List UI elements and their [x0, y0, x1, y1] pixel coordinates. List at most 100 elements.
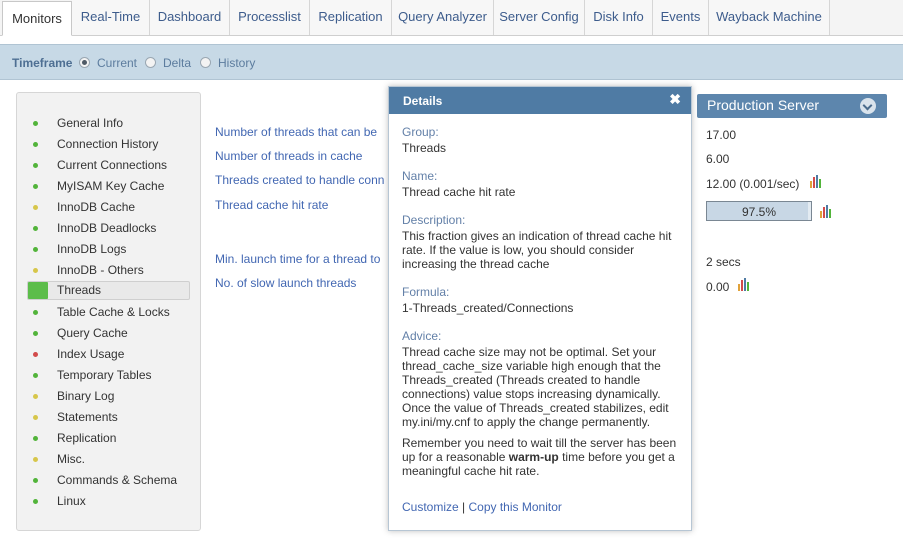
menu-item-commands-schema[interactable]: Commands & Schema [27, 471, 190, 490]
metric-label-threads-created[interactable]: Threads created to handle conn [215, 173, 387, 187]
bar-chart-icon[interactable] [810, 175, 824, 188]
tab-query-analyzer[interactable]: Query Analyzer [392, 0, 494, 35]
metric-value-min-launch-time: 2 secs [706, 255, 741, 269]
menu-item-label: Connection History [57, 137, 159, 151]
menu-item-label: InnoDB Logs [57, 242, 127, 256]
tab-events[interactable]: Events [653, 0, 709, 35]
radio-history[interactable] [200, 57, 211, 68]
menu-item-label: MyISAM Key Cache [57, 179, 165, 193]
production-server-header[interactable]: Production Server [697, 94, 887, 118]
menu-item-label: Replication [57, 431, 117, 445]
thread-cache-hit-rate-gauge: 97.5% [706, 201, 812, 221]
menu-item-index-usage[interactable]: Index Usage [27, 345, 190, 364]
tab-replication[interactable]: Replication [310, 0, 392, 35]
tab-server-config[interactable]: Server Config [494, 0, 585, 35]
menu-item-connection-history[interactable]: Connection History [27, 135, 190, 154]
tab-monitors[interactable]: Monitors [2, 1, 72, 36]
description-value: This fraction gives an indication of thr… [402, 229, 672, 271]
status-bar-icon [28, 282, 48, 299]
status-dot-icon [33, 331, 38, 336]
name-key: Name: [402, 169, 438, 183]
status-dot-icon [33, 142, 38, 147]
description-key: Description: [402, 213, 466, 227]
formula-key: Formula: [402, 285, 450, 299]
menu-item-label: Current Connections [57, 158, 168, 172]
menu-item-label: Index Usage [57, 347, 125, 361]
menu-item-innodb-logs[interactable]: InnoDB Logs [27, 240, 190, 259]
status-dot-icon [33, 499, 38, 504]
metric-label-thread-cache-hit-rate[interactable]: Thread cache hit rate [215, 198, 387, 212]
details-dialog: Details ✖ Group: Threads Name: Thread ca… [388, 86, 692, 531]
details-footer: Customize | Copy this Monitor [402, 500, 562, 514]
status-dot-icon [33, 247, 38, 252]
server-title: Production Server [707, 97, 820, 113]
menu-item-binary-log[interactable]: Binary Log [27, 387, 190, 406]
tab-dashboard[interactable]: Dashboard [150, 0, 230, 35]
details-title: Details [403, 94, 443, 108]
status-dot-icon [33, 310, 38, 315]
radio-delta[interactable] [145, 57, 156, 68]
menu-item-misc[interactable]: Misc. [27, 450, 190, 469]
chevron-down-icon[interactable] [860, 98, 876, 114]
menu-item-label: Table Cache & Locks [57, 305, 170, 319]
status-dot-icon [33, 163, 38, 168]
bar-chart-icon[interactable] [820, 205, 834, 218]
metric-label-min-launch-time[interactable]: Min. launch time for a thread to [215, 252, 387, 266]
metric-label-threads-in-cache[interactable]: Number of threads in cache [215, 149, 387, 163]
menu-item-label: Temporary Tables [57, 368, 152, 382]
menu-item-label: Threads [57, 283, 102, 297]
status-dot-icon [33, 457, 38, 462]
status-dot-icon [33, 373, 38, 378]
radio-history-label[interactable]: History [218, 56, 255, 70]
menu-item-label: InnoDB Cache [57, 200, 136, 214]
metric-value-slow-launch-threads: 0.00 [706, 280, 730, 294]
customize-link[interactable]: Customize [402, 500, 459, 514]
menu-item-label: General Info [57, 116, 124, 130]
menu-item-temporary-tables[interactable]: Temporary Tables [27, 366, 190, 385]
menu-item-myisam-key-cache[interactable]: MyISAM Key Cache [27, 177, 190, 196]
menu-item-table-cache-locks[interactable]: Table Cache & Locks [27, 303, 190, 322]
advice-value: Thread cache size may not be optimal. Se… [402, 345, 669, 429]
status-dot-icon [33, 226, 38, 231]
gauge-value: 97.5% [741, 205, 777, 219]
tab-real-time[interactable]: Real-Time [72, 0, 150, 35]
metric-label-max-threads[interactable]: Number of threads that can be [215, 125, 387, 139]
formula-value: 1-Threads_created/Connections [402, 301, 574, 315]
status-dot-icon [33, 436, 38, 441]
top-tab-bar: Monitors Real-Time Dashboard Processlist… [0, 0, 903, 36]
status-dot-icon [33, 352, 38, 357]
menu-item-label: Misc. [57, 452, 85, 466]
group-value: Threads [402, 141, 447, 155]
radio-current-label[interactable]: Current [97, 56, 137, 70]
status-dot-icon [33, 184, 38, 189]
menu-item-threads[interactable]: Threads [27, 281, 190, 300]
menu-item-replication[interactable]: Replication [27, 429, 190, 448]
metric-value-max-threads: 17.00 [706, 128, 737, 142]
monitor-category-menu: General Info Connection History Current … [16, 92, 201, 531]
status-dot-icon [33, 205, 38, 210]
menu-item-innodb-others[interactable]: InnoDB - Others [27, 261, 190, 280]
menu-item-linux[interactable]: Linux [27, 492, 190, 511]
tab-wayback-machine[interactable]: Wayback Machine [709, 0, 830, 35]
menu-item-current-connections[interactable]: Current Connections [27, 156, 190, 175]
menu-item-query-cache[interactable]: Query Cache [27, 324, 190, 343]
tab-processlist[interactable]: Processlist [230, 0, 310, 35]
menu-item-general-info[interactable]: General Info [27, 114, 190, 133]
tab-disk-info[interactable]: Disk Info [585, 0, 653, 35]
radio-delta-label[interactable]: Delta [163, 56, 191, 70]
close-icon[interactable]: ✖ [669, 92, 681, 106]
bar-chart-icon[interactable] [738, 278, 752, 291]
details-header: Details ✖ [389, 87, 691, 114]
radio-current[interactable] [79, 57, 90, 68]
menu-item-label: Query Cache [57, 326, 128, 340]
metric-value-threads-created: 12.00 (0.001/sec) [706, 177, 800, 191]
menu-item-innodb-deadlocks[interactable]: InnoDB Deadlocks [27, 219, 190, 238]
metric-label-slow-launch-threads[interactable]: No. of slow launch threads [215, 276, 387, 290]
status-dot-icon [33, 478, 38, 483]
advice-key: Advice: [402, 329, 442, 343]
menu-item-innodb-cache[interactable]: InnoDB Cache [27, 198, 190, 217]
copy-monitor-link[interactable]: Copy this Monitor [469, 500, 562, 514]
link-separator: | [462, 500, 466, 514]
menu-item-label: Linux [57, 494, 86, 508]
menu-item-statements[interactable]: Statements [27, 408, 190, 427]
